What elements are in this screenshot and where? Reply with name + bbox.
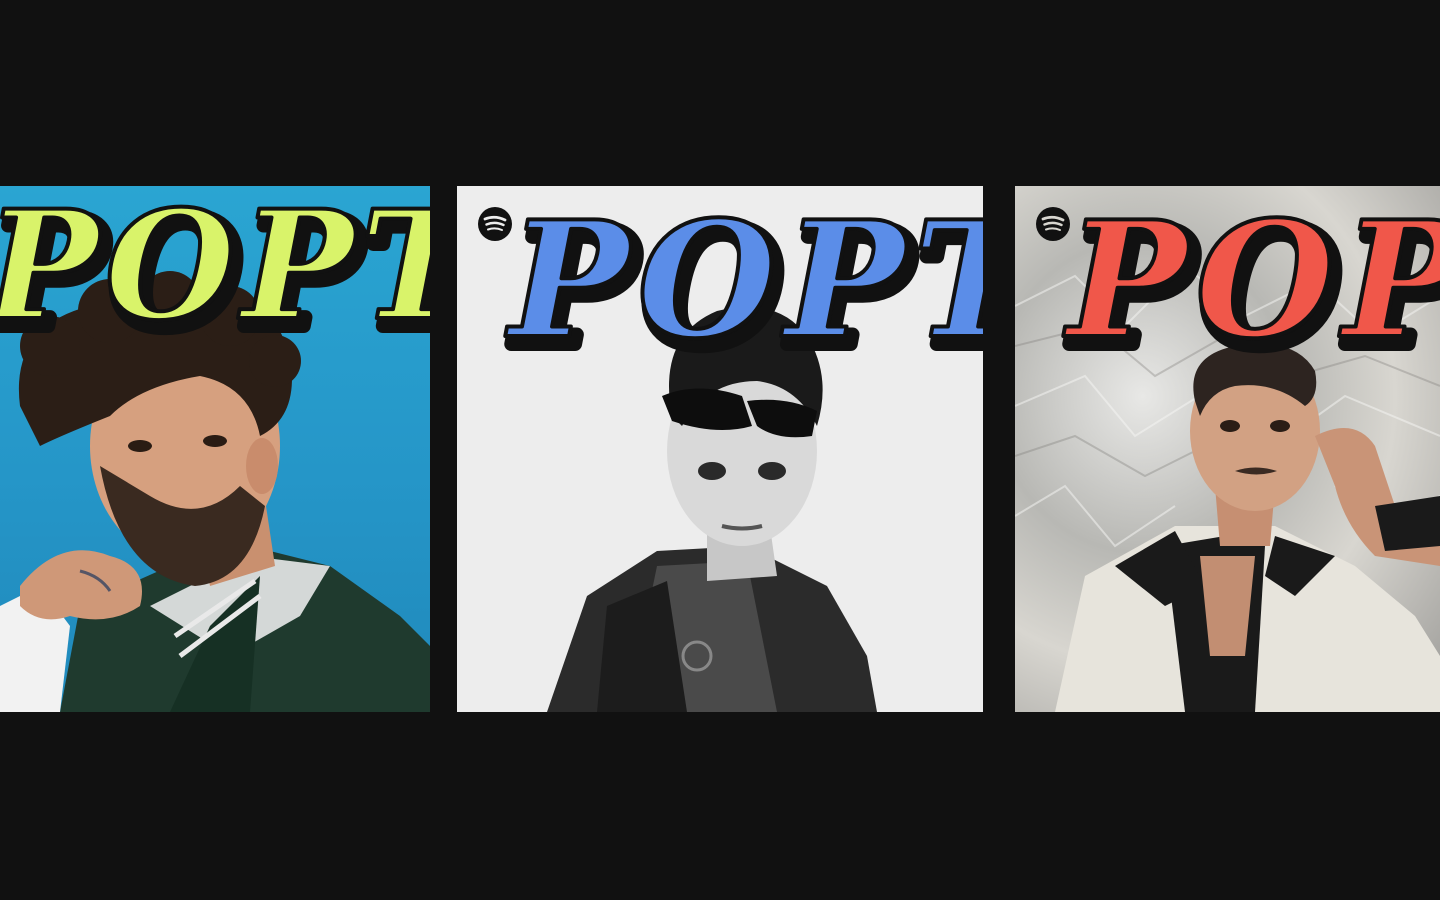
svg-text:POPT: POPT xyxy=(1063,186,1440,374)
playlist-cover-1[interactable]: POPT POPT xyxy=(0,186,430,712)
playlist-cover-2[interactable]: POPT POPT xyxy=(457,186,983,712)
stage: POPT POPT xyxy=(0,0,1440,900)
svg-text:POPT: POPT xyxy=(505,186,983,374)
svg-text:POPT: POPT xyxy=(0,186,430,354)
playlist-cover-3[interactable]: POPT POPT xyxy=(1015,186,1440,712)
popt-logo-2: POPT POPT xyxy=(503,186,983,376)
popt-logo-3: POPT POPT xyxy=(1061,186,1440,376)
popt-logo-1: POPT POPT xyxy=(0,186,430,356)
